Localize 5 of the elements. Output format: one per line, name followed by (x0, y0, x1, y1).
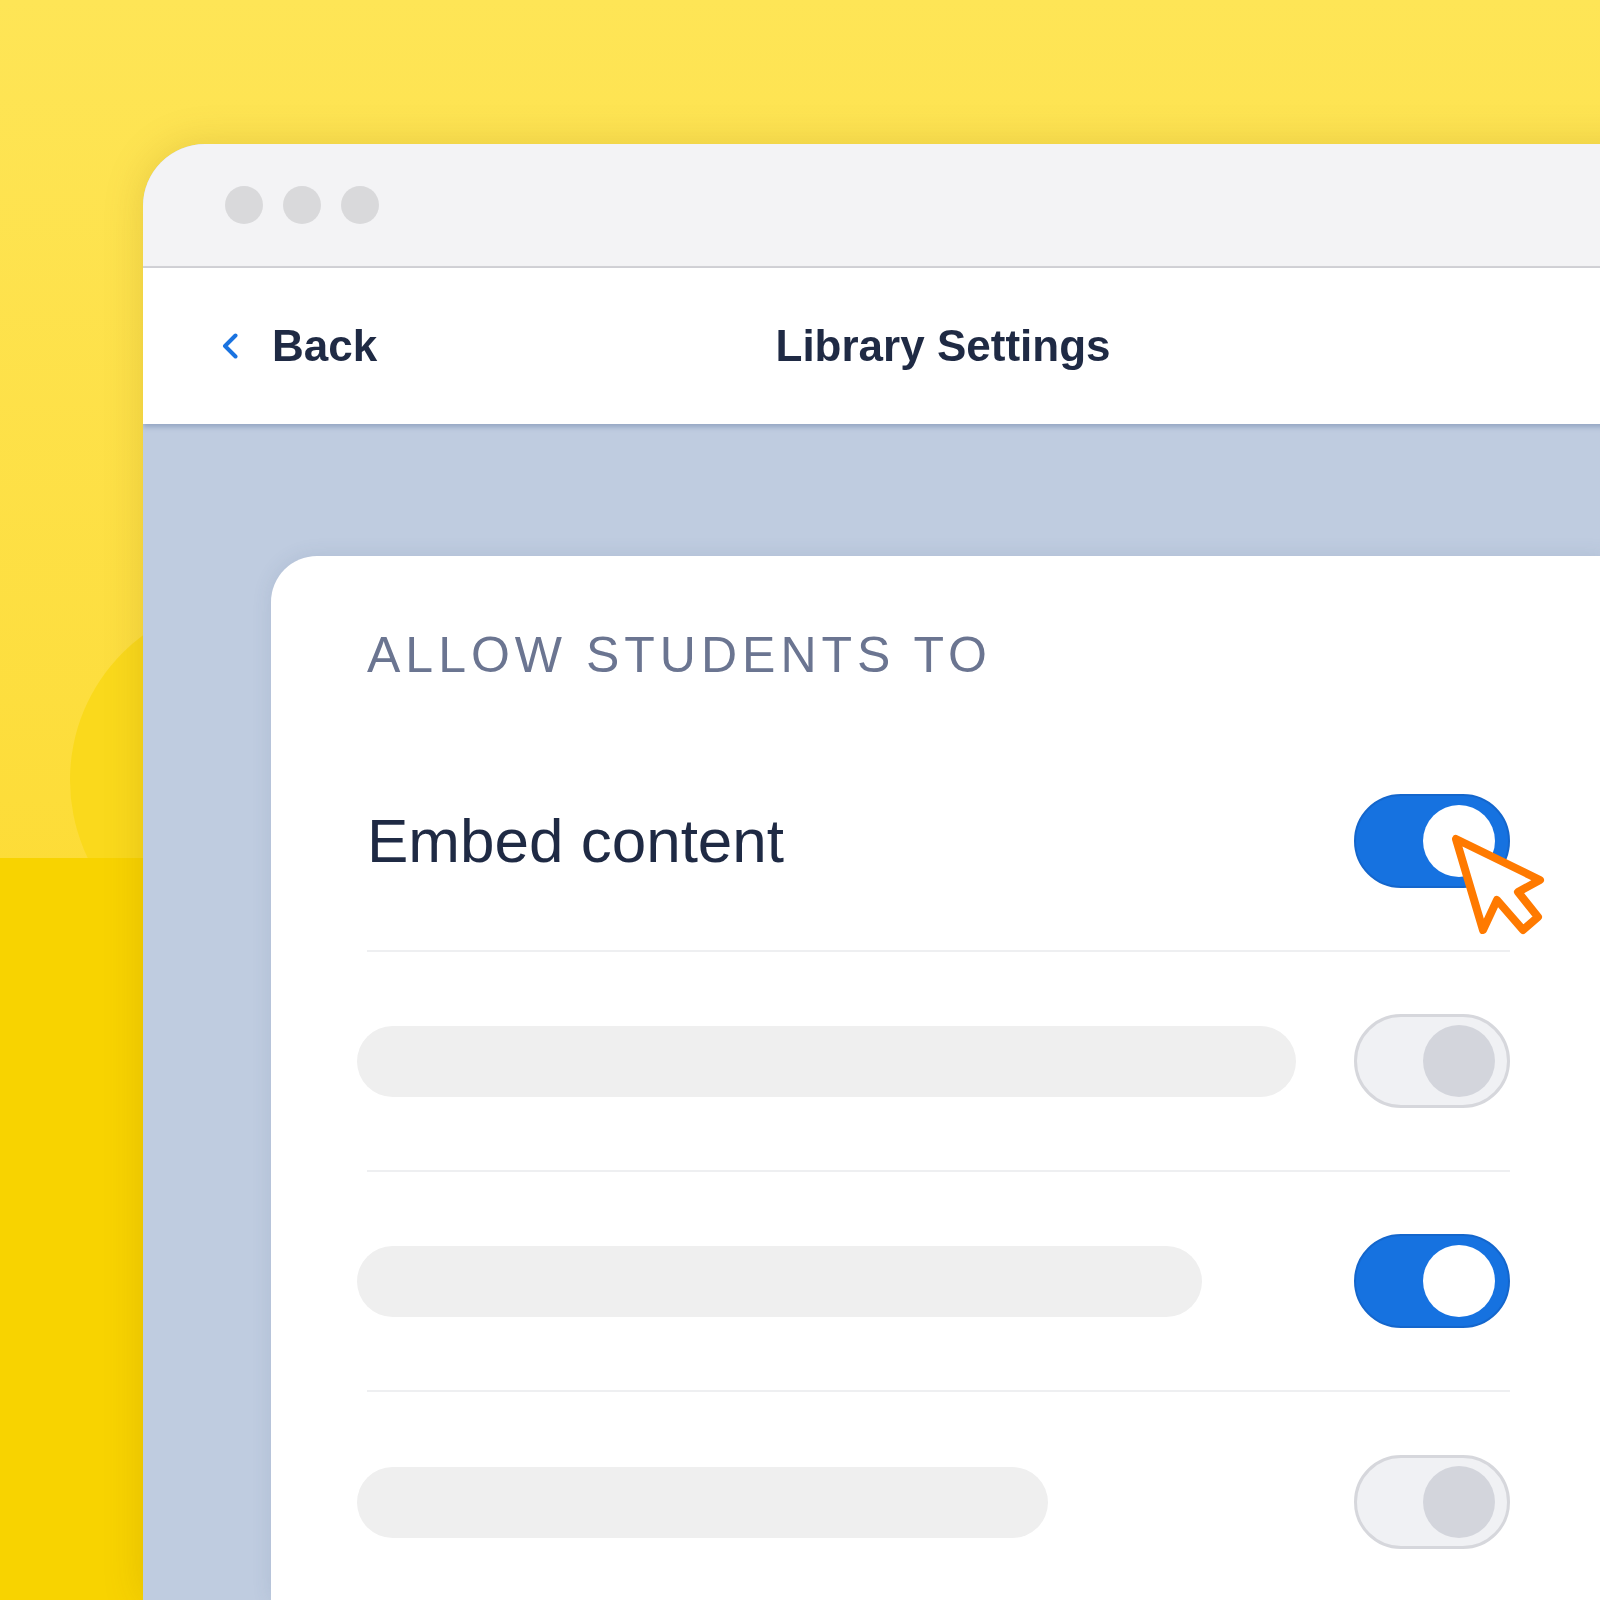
setting-label: Embed content (367, 810, 785, 872)
back-button[interactable]: Back (222, 324, 378, 368)
chevron-left-icon (222, 333, 238, 359)
section-heading: ALLOW STUDENTS TO (367, 630, 992, 680)
page-title: Library Settings (775, 324, 1111, 368)
